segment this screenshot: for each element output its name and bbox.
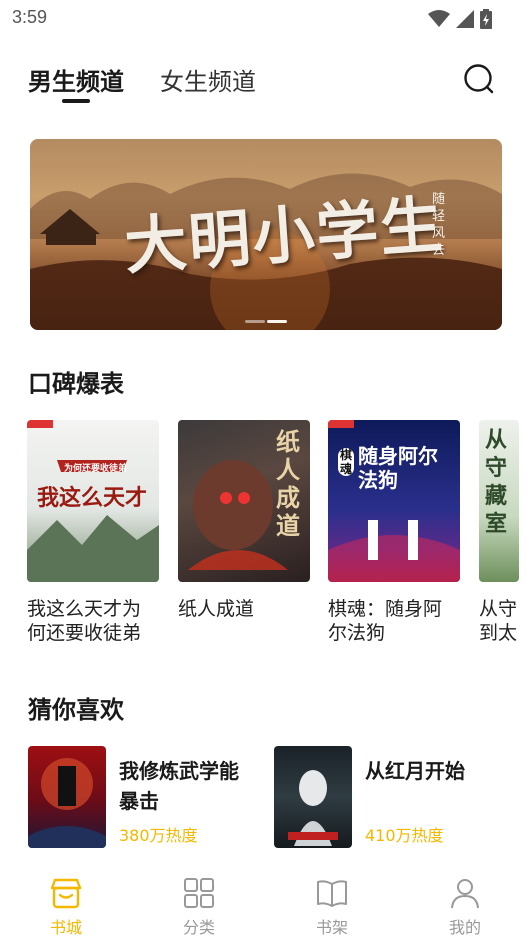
wifi-icon bbox=[428, 10, 450, 27]
nav-profile[interactable]: 我的 bbox=[435, 876, 495, 938]
book-cover-title: 随身阿尔法狗 bbox=[358, 444, 438, 492]
tab-female-channel[interactable]: 女生频道 bbox=[160, 62, 256, 97]
book-cover: 从守藏室 bbox=[479, 420, 519, 582]
book-heat: 380万热度 bbox=[119, 826, 198, 845]
book-cover: 为何还要收徒弟 我这么天才 bbox=[27, 420, 159, 582]
book-cover-subtext: 为何还要收徒弟 bbox=[64, 464, 128, 474]
book-heat: 410万热度 bbox=[365, 826, 444, 845]
nav-bookstore[interactable]: 书城 bbox=[36, 876, 96, 938]
book-title: 我修炼武学能暴击 bbox=[119, 759, 239, 813]
book-card[interactable]: 棋魂 随身阿尔法狗 棋魂：随身阿尔法狗 bbox=[328, 420, 460, 645]
channel-tabs: 男生频道 女生频道 bbox=[28, 62, 292, 106]
tab-male-channel-label: 男生频道 bbox=[28, 68, 124, 96]
nav-profile-label: 我的 bbox=[448, 918, 481, 937]
bookstore-icon bbox=[50, 878, 82, 909]
book-cover-title: 从守藏室 bbox=[485, 427, 508, 537]
book-cover: 棋魂 随身阿尔法狗 bbox=[328, 420, 460, 582]
bottom-nav: 书城 分类 书架 我的 bbox=[0, 866, 532, 946]
recommend-book-card[interactable]: 我修炼武学能暴击 380万热度 bbox=[28, 746, 254, 848]
book-cover bbox=[274, 746, 352, 848]
book-cover-title: 我这么天才 bbox=[37, 485, 148, 511]
tab-male-channel[interactable]: 男生频道 bbox=[28, 62, 124, 103]
banner-carousel[interactable]: 大明小学生 随轻风去 bbox=[30, 139, 502, 330]
nav-bookshelf[interactable]: 书架 bbox=[302, 876, 362, 938]
status-time: 3:59 bbox=[12, 7, 48, 27]
book-cover: 纸人成道 bbox=[178, 420, 310, 582]
tab-female-channel-label: 女生频道 bbox=[160, 68, 256, 96]
status-bar: 3:59 bbox=[0, 0, 532, 36]
recommend-book-card[interactable]: 从红月开始 410万热度 bbox=[274, 746, 504, 848]
nav-category-label: 分类 bbox=[182, 918, 215, 937]
book-title: 棋魂：随身阿尔法狗 bbox=[328, 598, 443, 644]
book-cover bbox=[28, 746, 106, 848]
status-icons bbox=[428, 9, 492, 29]
active-tab-indicator bbox=[62, 99, 90, 103]
book-title: 我这么天才为何还要收徒弟 bbox=[27, 598, 142, 644]
book-title: 从守到太 bbox=[479, 598, 518, 644]
user-icon bbox=[451, 879, 479, 909]
grid-icon bbox=[184, 878, 214, 908]
signal-icon bbox=[456, 10, 474, 28]
banner-dot-active bbox=[267, 320, 287, 323]
banner-author: 随轻风去 bbox=[432, 192, 446, 258]
book-cover-subtext: 棋魂 bbox=[338, 448, 354, 476]
search-icon[interactable] bbox=[463, 63, 495, 95]
nav-bookshelf-label: 书架 bbox=[315, 918, 348, 937]
open-book-icon bbox=[317, 880, 347, 907]
nav-category[interactable]: 分类 bbox=[169, 876, 229, 938]
book-cover-title: 纸人成道 bbox=[276, 427, 300, 540]
banner-pagination bbox=[245, 320, 287, 323]
book-title: 从红月开始 bbox=[365, 759, 465, 783]
nav-bookstore-label: 书城 bbox=[49, 918, 82, 937]
battery-icon bbox=[480, 9, 492, 29]
book-card[interactable]: 纸人成道 纸人成道 bbox=[178, 420, 310, 645]
section-title-guess-you-like: 猜你喜欢 bbox=[28, 696, 124, 724]
book-card[interactable]: 从守藏室 从守到太 bbox=[479, 420, 532, 645]
book-title: 纸人成道 bbox=[178, 598, 255, 620]
section-title-reputation: 口碑爆表 bbox=[28, 370, 124, 398]
banner-dot bbox=[245, 320, 265, 323]
book-card[interactable]: 为何还要收徒弟 我这么天才 我这么天才为何还要收徒弟 bbox=[27, 420, 159, 645]
